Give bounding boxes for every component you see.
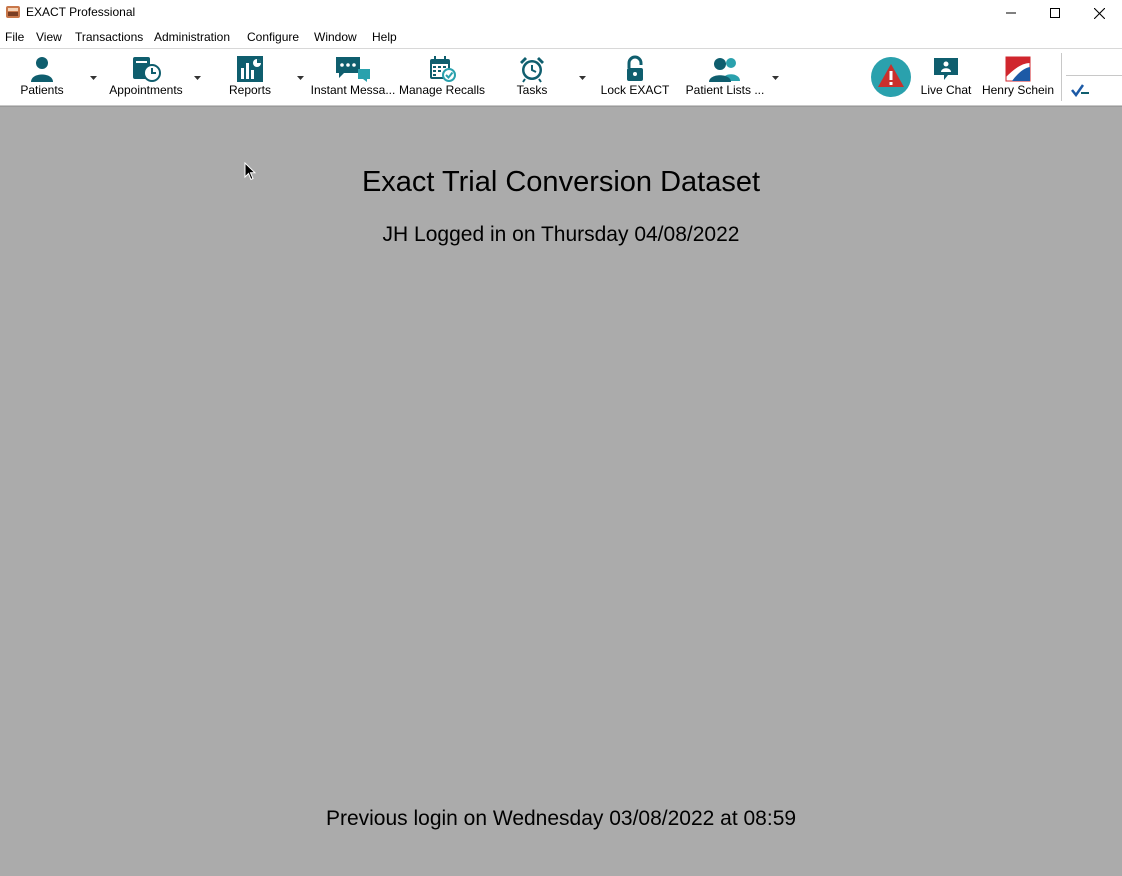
instant-messages-label: Instant Messa... <box>310 83 396 97</box>
padlock-icon <box>627 55 643 81</box>
maximize-button[interactable] <box>1032 0 1078 26</box>
toolbar-divider-line <box>1066 75 1122 76</box>
patients-label: Patients <box>20 83 64 97</box>
minimize-button[interactable] <box>988 0 1034 26</box>
henry-schein-button[interactable]: Henry Schein <box>980 49 1056 105</box>
menu-transactions[interactable]: Transactions <box>75 30 143 44</box>
main-workspace <box>0 106 1122 876</box>
live-chat-icon <box>934 58 958 80</box>
lock-exact-label: Lock EXACT <box>600 83 670 97</box>
window-title: EXACT Professional <box>26 5 136 19</box>
patients-dropdown-arrow[interactable] <box>89 75 98 81</box>
logged-in-status: JH Logged in on Thursday 04/08/2022 <box>382 223 740 246</box>
appointments-label: Appointments <box>109 83 183 97</box>
appointments-dropdown-arrow[interactable] <box>193 75 202 81</box>
menu-administration[interactable]: Administration <box>154 30 230 44</box>
patients-button[interactable]: Patients <box>12 49 72 105</box>
patient-lists-dropdown-arrow[interactable] <box>771 75 780 81</box>
check-mark-icon[interactable] <box>1071 83 1091 97</box>
dataset-title: Exact Trial Conversion Dataset <box>361 166 761 198</box>
title-bar: EXACT Professional <box>0 0 1122 26</box>
reports-dropdown-arrow[interactable] <box>296 75 305 81</box>
tasks-label: Tasks <box>516 83 548 97</box>
appointments-button[interactable]: Appointments <box>102 49 190 105</box>
menu-view[interactable]: View <box>36 30 62 44</box>
patient-group-icon <box>709 58 740 82</box>
close-button[interactable] <box>1076 0 1122 26</box>
tasks-dropdown-arrow[interactable] <box>578 75 587 81</box>
henry-schein-label: Henry Schein <box>981 83 1055 97</box>
reports-button[interactable]: Reports <box>222 49 278 105</box>
instant-messages-button[interactable]: Instant Messa... <box>310 49 396 105</box>
reports-chart-icon <box>237 56 263 82</box>
appointment-book-icon <box>133 57 161 82</box>
live-chat-button[interactable]: Live Chat <box>918 49 974 105</box>
henry-schein-logo-icon <box>1005 56 1031 82</box>
alert-button[interactable] <box>868 49 914 105</box>
maximize-icon <box>1050 8 1060 18</box>
chat-bubbles-icon <box>336 57 370 82</box>
menu-bar: File View Transactions Administration Co… <box>0 26 1122 48</box>
toolbar: Patients Appointments Reports Instant Me… <box>0 48 1122 106</box>
menu-file[interactable]: File <box>5 30 24 44</box>
calendar-check-icon <box>430 56 456 82</box>
toolbar-separator <box>1061 53 1062 101</box>
lock-exact-button[interactable]: Lock EXACT <box>598 49 672 105</box>
patient-icon <box>31 57 53 82</box>
menu-configure[interactable]: Configure <box>247 30 299 44</box>
reports-label: Reports <box>228 83 272 97</box>
alarm-clock-icon <box>520 57 544 83</box>
patient-lists-button[interactable]: Patient Lists ... <box>682 49 768 105</box>
manage-recalls-button[interactable]: Manage Recalls <box>398 49 486 105</box>
tasks-button[interactable]: Tasks <box>506 49 558 105</box>
live-chat-label: Live Chat <box>920 83 972 97</box>
manage-recalls-label: Manage Recalls <box>398 83 486 97</box>
previous-login-status: Previous login on Wednesday 03/08/2022 a… <box>325 807 797 830</box>
mouse-cursor-icon <box>244 162 256 181</box>
minimize-icon <box>1006 12 1016 14</box>
app-icon <box>6 6 20 18</box>
alert-warning-icon <box>871 57 911 97</box>
menu-window[interactable]: Window <box>314 30 357 44</box>
menu-help[interactable]: Help <box>372 30 397 44</box>
close-icon <box>1093 7 1105 19</box>
patient-lists-label: Patient Lists ... <box>685 83 765 97</box>
